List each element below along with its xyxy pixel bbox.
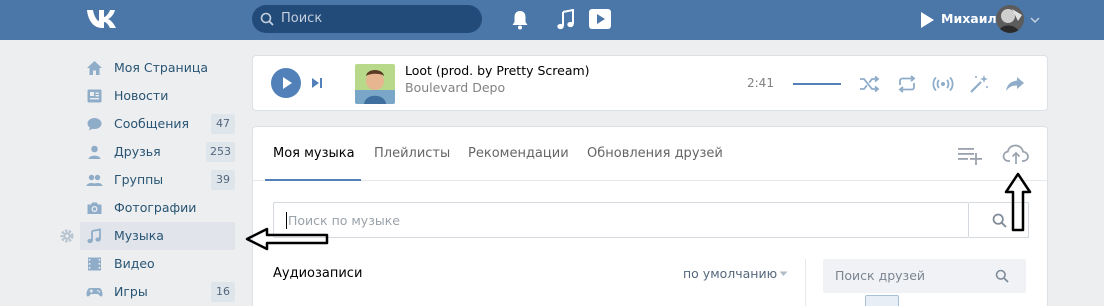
- track-artist[interactable]: Boulevard Depo: [405, 80, 505, 95]
- sidebar-item-games[interactable]: Игры 16: [80, 278, 235, 306]
- camera-icon: [87, 202, 102, 214]
- header-search-field[interactable]: Поиск: [252, 5, 482, 33]
- sidebar-item-label: Сообщения: [114, 116, 190, 131]
- sidebar-item-label: Игры: [114, 284, 148, 299]
- sidebar-item-messages[interactable]: Сообщения 47: [80, 110, 235, 138]
- news-icon: [87, 89, 102, 103]
- sidebar-item-label: Группы: [114, 172, 164, 187]
- home-icon: [87, 61, 102, 75]
- music-note-icon[interactable]: [556, 9, 576, 31]
- music-tabs: Моя музыка Плейлисты Рекомендации Обновл…: [253, 127, 1049, 181]
- groups-icon: [86, 174, 103, 186]
- audio-player: Loot (prod. by Pretty Scream) Boulevard …: [252, 55, 1048, 111]
- friends-search-input[interactable]: Поиск друзей: [823, 259, 1026, 293]
- friends-icon: [88, 145, 101, 159]
- search-icon: [260, 12, 274, 26]
- annotation-arrow-up-icon: [1004, 172, 1032, 232]
- notifications-bell-icon[interactable]: [511, 10, 529, 30]
- avatar-image: [996, 5, 1024, 33]
- cover-image: [355, 64, 395, 104]
- column-divider: [805, 259, 806, 306]
- repeat-icon[interactable]: [896, 73, 918, 95]
- gamepad-icon: [86, 288, 103, 297]
- friend-avatar-partial[interactable]: [865, 295, 899, 306]
- next-track-icon[interactable]: [310, 76, 324, 90]
- sidebar-item-my-page[interactable]: Моя Страница: [80, 54, 235, 82]
- music-icon: [87, 228, 101, 244]
- player-play-icon[interactable]: [918, 11, 936, 29]
- track-title[interactable]: Loot (prod. by Pretty Scream): [405, 63, 590, 78]
- games-count-badge: 16: [211, 282, 235, 302]
- broadcast-icon[interactable]: [932, 73, 954, 95]
- annotation-arrow-left-icon: [245, 227, 329, 251]
- vk-logo-icon[interactable]: [86, 8, 122, 30]
- unread-count-badge: 47: [211, 114, 235, 134]
- upload-cloud-icon[interactable]: [1002, 142, 1030, 166]
- sort-dropdown[interactable]: по умолчанию: [683, 266, 777, 281]
- search-icon: [995, 269, 1009, 283]
- tab-friends-updates[interactable]: Обновления друзей: [587, 146, 723, 161]
- sidebar-item-video[interactable]: Видео: [80, 250, 235, 278]
- sidebar-item-label: Музыка: [114, 228, 164, 243]
- tab-playlists[interactable]: Плейлисты: [374, 146, 450, 161]
- video-play-icon[interactable]: [588, 8, 612, 30]
- sidebar-item-music[interactable]: Музыка: [80, 222, 235, 250]
- tab-my-music[interactable]: Моя музыка: [273, 146, 355, 161]
- gear-icon[interactable]: [60, 229, 74, 243]
- audio-section-title: Аудиозаписи: [273, 266, 363, 281]
- sidebar-item-label: Видео: [114, 256, 155, 271]
- avatar[interactable]: [996, 5, 1024, 33]
- groups-count-badge: 39: [211, 170, 235, 190]
- play-icon: [283, 77, 292, 89]
- track-time: 2:41: [747, 76, 774, 90]
- music-panel: Моя музыка Плейлисты Рекомендации Обновл…: [252, 126, 1049, 306]
- messages-icon: [87, 118, 102, 131]
- friends-count-badge: 253: [206, 142, 235, 162]
- user-name[interactable]: Михаил: [941, 11, 997, 26]
- share-icon[interactable]: [1004, 73, 1026, 95]
- video-icon: [88, 257, 101, 271]
- sidebar-item-label: Новости: [114, 88, 169, 103]
- sidebar-item-news[interactable]: Новости: [80, 82, 235, 110]
- top-header: Поиск Михаил: [0, 0, 1104, 40]
- sidebar-item-photos[interactable]: Фотографии: [80, 194, 235, 222]
- chevron-down-icon[interactable]: [1030, 16, 1040, 24]
- friends-search-placeholder: Поиск друзей: [835, 268, 926, 283]
- add-playlist-icon[interactable]: [956, 144, 984, 166]
- play-button[interactable]: [271, 68, 301, 98]
- magic-wand-icon[interactable]: [968, 73, 990, 95]
- shuffle-icon[interactable]: [858, 73, 880, 95]
- chevron-down-icon[interactable]: [779, 271, 788, 277]
- tab-recommendations[interactable]: Рекомендации: [468, 146, 569, 161]
- track-cover: [355, 64, 395, 104]
- sidebar-item-label: Фотографии: [114, 200, 197, 215]
- music-search-input[interactable]: Поиск по музыке: [273, 202, 969, 238]
- header-search-placeholder: Поиск: [281, 11, 323, 26]
- active-tab-indicator: [265, 179, 361, 181]
- volume-slider[interactable]: [793, 83, 841, 85]
- sidebar-item-friends[interactable]: Друзья 253: [80, 138, 235, 166]
- sidebar-item-label: Друзья: [114, 144, 161, 159]
- sidebar-item-groups[interactable]: Группы 39: [80, 166, 235, 194]
- sidebar-item-label: Моя Страница: [114, 60, 208, 75]
